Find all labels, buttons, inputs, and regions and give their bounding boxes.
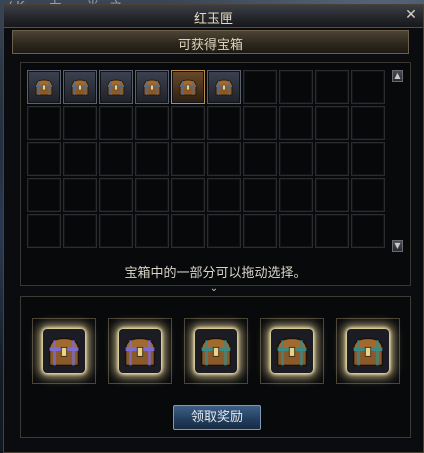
grid-slot[interactable] xyxy=(171,142,205,176)
section-title: 可获得宝箱 xyxy=(177,38,243,53)
grid-slot[interactable] xyxy=(351,178,385,212)
grid-slot[interactable] xyxy=(99,70,133,104)
teal-chest-icon xyxy=(274,333,310,369)
grid-slot[interactable] xyxy=(63,142,97,176)
grid-slot[interactable] xyxy=(135,106,169,140)
grid-slot[interactable] xyxy=(63,106,97,140)
grid-slot[interactable] xyxy=(315,142,349,176)
grid-slot[interactable] xyxy=(171,70,205,104)
scroll-up-button[interactable]: ▲ xyxy=(392,70,403,82)
grid-slot[interactable] xyxy=(207,178,241,212)
grid-slot[interactable] xyxy=(351,214,385,248)
grid-slot[interactable] xyxy=(315,70,349,104)
reward-slot[interactable] xyxy=(260,318,324,384)
grid-slot[interactable] xyxy=(171,214,205,248)
grid-slot[interactable] xyxy=(99,214,133,248)
chest-icon xyxy=(214,78,234,96)
reward-slot[interactable] xyxy=(32,318,96,384)
scroll-down-button[interactable]: ▼ xyxy=(392,240,403,252)
grid-slot[interactable] xyxy=(279,70,313,104)
reward-slot[interactable] xyxy=(336,318,400,384)
chest-icon xyxy=(34,78,54,96)
grid-slot[interactable] xyxy=(207,214,241,248)
claim-reward-button[interactable]: 领取奖励 xyxy=(173,405,261,430)
teal-chest-icon xyxy=(350,333,386,369)
chest-icon xyxy=(178,78,198,96)
grid-slot[interactable] xyxy=(243,70,277,104)
reward-slot[interactable] xyxy=(184,318,248,384)
grid-slot[interactable] xyxy=(315,106,349,140)
chest-icon xyxy=(142,78,162,96)
grid-slot[interactable] xyxy=(27,214,61,248)
drag-hint-text: 宝箱中的一部分可以拖动选择。 xyxy=(124,266,307,281)
close-icon[interactable]: ✕ xyxy=(403,7,419,23)
grid-slot[interactable] xyxy=(207,142,241,176)
grid-slot[interactable] xyxy=(171,178,205,212)
grid-slot[interactable] xyxy=(27,178,61,212)
grid-slot[interactable] xyxy=(279,214,313,248)
grid-slot[interactable] xyxy=(135,178,169,212)
grid-slot[interactable] xyxy=(27,106,61,140)
grid-slot[interactable] xyxy=(63,178,97,212)
grid-slot[interactable] xyxy=(171,106,205,140)
grid-slot[interactable] xyxy=(135,70,169,104)
chevron-down-icon[interactable]: ⌄ xyxy=(208,284,220,294)
grid-slot[interactable] xyxy=(135,142,169,176)
grid-slot[interactable] xyxy=(351,106,385,140)
section-header: 可获得宝箱 xyxy=(12,30,409,54)
grid-slot[interactable] xyxy=(351,142,385,176)
grid-slot[interactable] xyxy=(27,70,61,104)
grid-slot[interactable] xyxy=(99,178,133,212)
grid-slot[interactable] xyxy=(207,106,241,140)
chest-grid xyxy=(27,70,385,248)
grid-slot[interactable] xyxy=(279,178,313,212)
grid-slot[interactable] xyxy=(243,106,277,140)
chest-icon xyxy=(70,78,90,96)
purple-chest-icon xyxy=(122,333,158,369)
grid-slot[interactable] xyxy=(243,142,277,176)
grid-slot[interactable] xyxy=(315,178,349,212)
grid-slot[interactable] xyxy=(135,214,169,248)
scrollbar[interactable]: ▲ ▼ xyxy=(392,70,404,254)
reward-slot[interactable] xyxy=(108,318,172,384)
grid-slot[interactable] xyxy=(279,106,313,140)
grid-slot[interactable] xyxy=(243,178,277,212)
grid-slot[interactable] xyxy=(63,214,97,248)
title-bar[interactable]: 红玉匣 ✕ xyxy=(4,5,423,28)
grid-slot[interactable] xyxy=(315,214,349,248)
grid-slot[interactable] xyxy=(243,214,277,248)
grid-slot[interactable] xyxy=(99,106,133,140)
window-title: 红玉匣 xyxy=(193,12,233,27)
teal-chest-icon xyxy=(198,333,234,369)
grid-slot[interactable] xyxy=(99,142,133,176)
grid-slot[interactable] xyxy=(27,142,61,176)
purple-chest-icon xyxy=(46,333,82,369)
grid-slot[interactable] xyxy=(63,70,97,104)
chest-icon xyxy=(106,78,126,96)
grid-slot[interactable] xyxy=(279,142,313,176)
grid-slot[interactable] xyxy=(351,70,385,104)
grid-slot[interactable] xyxy=(207,70,241,104)
